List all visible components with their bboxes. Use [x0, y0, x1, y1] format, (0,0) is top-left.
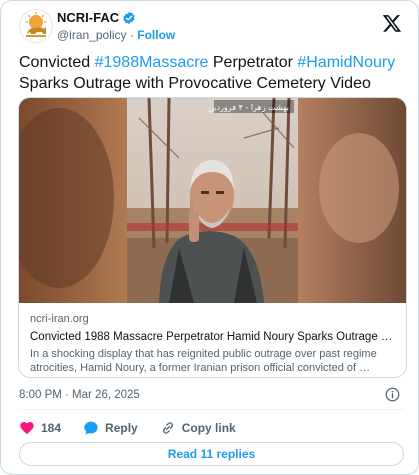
- follow-button[interactable]: Follow: [137, 28, 175, 42]
- tweet-card: NCRI-FAC @iran_policy · Follow Convicted…: [0, 0, 419, 475]
- tweet-actions: 184 Reply Copy link: [19, 419, 258, 437]
- hashtag-hamidnoury[interactable]: #HamidNoury: [297, 54, 395, 71]
- divider: [19, 409, 404, 410]
- link-description: In a shocking display that has reignited…: [30, 347, 398, 375]
- reply-button[interactable]: Reply: [83, 420, 138, 436]
- reply-label: Reply: [105, 421, 138, 435]
- video-overlay-caption: بهشت زهرا - ۴ فروردین: [208, 103, 289, 112]
- tweet-text-part: Sparks Outrage with Provocative Cemetery…: [19, 75, 371, 92]
- copy-link-label: Copy link: [181, 421, 236, 435]
- link-preview-image[interactable]: بهشت زهرا - ۴ فروردین: [19, 98, 406, 303]
- link-description-line: atrocities, Hamid Noury, a former Irania…: [30, 362, 371, 374]
- tweet-header: NCRI-FAC @iran_policy · Follow: [19, 9, 406, 45]
- separator-dot: ·: [129, 28, 134, 42]
- x-logo-icon[interactable]: [382, 13, 402, 33]
- like-count: 184: [41, 421, 62, 435]
- read-replies-button[interactable]: Read 11 replies: [19, 442, 404, 466]
- speech-bubble-icon: [84, 421, 98, 435]
- link-title[interactable]: Convicted 1988 Massacre Perpetrator Hami…: [30, 330, 398, 345]
- verified-badge-icon: [123, 11, 135, 25]
- copy-link-button[interactable]: Copy link: [160, 420, 236, 436]
- hashtag-1988massacre[interactable]: #1988Massacre: [95, 54, 209, 71]
- tweet-text: Convicted #1988Massacre Perpetrator #Ham…: [19, 52, 404, 94]
- link-description-line: In a shocking display that has reignited…: [30, 348, 377, 360]
- author-info: NCRI-FAC @iran_policy · Follow: [57, 10, 175, 43]
- tweet-text-part: Perpetrator: [208, 54, 298, 71]
- like-button[interactable]: 184: [19, 420, 61, 436]
- author-name[interactable]: NCRI-FAC: [57, 10, 119, 26]
- author-handle[interactable]: @iran_policy: [57, 28, 127, 42]
- tweet-timestamp[interactable]: 8:00 PM · Mar 26, 2025: [19, 388, 140, 402]
- lion-sun-logo-icon: [25, 12, 47, 37]
- link-icon: [162, 422, 173, 434]
- tweet-text-part: Convicted: [19, 54, 95, 71]
- link-preview-meta: ncri-iran.org Convicted 1988 Massacre Pe…: [30, 312, 398, 375]
- heart-icon: [20, 422, 34, 435]
- avatar[interactable]: [19, 9, 53, 43]
- link-domain: ncri-iran.org: [30, 313, 89, 325]
- link-preview-card[interactable]: بهشت زهرا - ۴ فروردین ncri-iran.org Conv…: [18, 97, 407, 378]
- info-icon[interactable]: [385, 387, 400, 402]
